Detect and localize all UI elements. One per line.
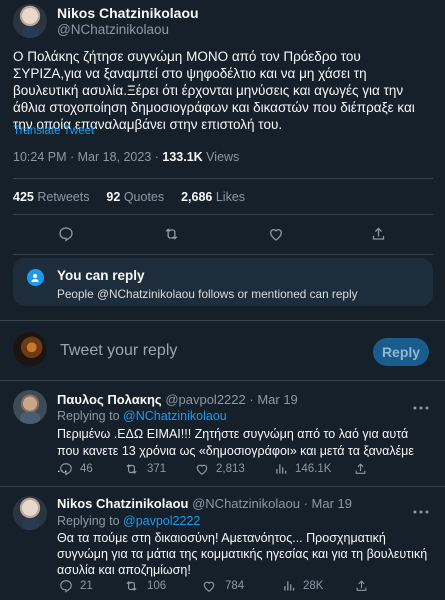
reply-author-name[interactable]: Nikos Chatzinikolaou <box>57 496 188 511</box>
quotes-label: Quotes <box>123 190 165 204</box>
divider <box>13 214 433 215</box>
like-icon[interactable] <box>202 579 216 593</box>
reply-author-handle[interactable]: @NChatzinikolaou <box>192 496 300 511</box>
reply-count: 46 <box>80 463 93 475</box>
person-check-icon <box>27 269 44 286</box>
reply-avatar[interactable] <box>13 496 47 530</box>
views-count: 133.1K <box>162 150 203 164</box>
share-icon[interactable] <box>371 226 386 242</box>
share-icon[interactable] <box>355 579 368 593</box>
share-icon[interactable] <box>354 462 367 476</box>
reply-icon[interactable] <box>59 462 73 476</box>
likes-count: 2,686 <box>181 190 213 204</box>
divider <box>13 254 433 255</box>
views-icon[interactable] <box>282 579 296 593</box>
reply-author-name[interactable]: Παυλος Πολακης <box>57 392 162 407</box>
main-tweet-author-name[interactable]: Nikos Chatzinikolaou <box>57 5 199 21</box>
reply-input[interactable]: Tweet your reply <box>60 342 177 360</box>
divider <box>0 486 445 487</box>
like-icon[interactable] <box>195 462 209 476</box>
main-tweet-text: Ο Πολάκης ζήτησε συγνώμη ΜΟΝΟ από τον Πρ… <box>13 49 415 132</box>
more-options-icon[interactable] <box>413 397 429 410</box>
reply-count: 21 <box>80 580 93 592</box>
views-icon[interactable] <box>274 462 288 476</box>
retweet-count: 106 <box>147 580 167 592</box>
replying-to: Replying to @pavpol2222 <box>57 514 200 528</box>
like-count: 784 <box>225 580 245 592</box>
reply-avatar[interactable] <box>13 390 47 424</box>
reply-date[interactable]: · Mar 19 <box>249 392 297 407</box>
reply-header: Παυλος Πολακης @pavpol2222 · Mar 19 <box>57 392 298 407</box>
views-count: 28K <box>303 580 324 592</box>
replying-to: Replying to @NChatzinikolaou <box>57 409 227 423</box>
reply-restriction-card: You can reply People @NChatzinikolaou fo… <box>13 258 433 306</box>
like-icon[interactable] <box>268 226 284 242</box>
quotes-count: 92 <box>106 190 121 204</box>
reply-button[interactable]: Reply <box>373 338 429 366</box>
reply-date[interactable]: · Mar 19 <box>304 496 352 511</box>
likes-label: Likes <box>215 190 246 204</box>
quotes-stat[interactable]: 92 Quotes <box>106 190 164 204</box>
current-user-avatar[interactable] <box>13 332 47 366</box>
replying-to-handle[interactable]: @pavpol2222 <box>123 514 200 528</box>
retweet-count: 371 <box>147 463 167 475</box>
tweet-time[interactable]: 10:24 PM · Mar 18, 2023 · <box>13 150 162 164</box>
translate-tweet-link[interactable]: Translate Tweet <box>13 125 94 137</box>
reply-restriction-text: People @NChatzinikolaou follows or menti… <box>57 287 358 301</box>
reply-restriction-title: You can reply <box>57 268 145 283</box>
replying-to-label: Replying to <box>57 514 124 528</box>
main-tweet-author-handle[interactable]: @NChatzinikolaou <box>57 22 169 37</box>
retweets-count: 425 <box>13 190 34 204</box>
like-count: 2,813 <box>216 463 245 475</box>
reply-icon[interactable] <box>58 226 74 242</box>
divider <box>0 380 445 381</box>
retweet-icon[interactable] <box>124 462 139 476</box>
tweet-stats: 425 Retweets 92 Quotes 2,686 Likes <box>13 190 245 204</box>
retweet-icon[interactable] <box>124 579 139 593</box>
divider <box>13 178 433 179</box>
reply-icon[interactable] <box>59 579 73 593</box>
retweets-label: Retweets <box>37 190 90 204</box>
divider <box>0 320 445 321</box>
views-count: 146.1K <box>295 463 332 475</box>
tweet-meta: 10:24 PM · Mar 18, 2023 · 133.1K Views <box>13 150 239 164</box>
reply-author-handle[interactable]: @pavpol2222 <box>165 392 245 407</box>
replying-to-handle[interactable]: @NChatzinikolaou <box>123 409 227 423</box>
more-options-icon[interactable] <box>413 501 429 514</box>
views-label: Views <box>202 150 240 164</box>
reply-text: Θα τα πούμε στη δικαιοσύνη! Αμετανόητος.… <box>57 531 428 577</box>
retweets-stat[interactable]: 425 Retweets <box>13 190 89 204</box>
main-tweet-avatar[interactable] <box>13 4 47 38</box>
likes-stat[interactable]: 2,686 Likes <box>181 190 245 204</box>
replying-to-label: Replying to <box>57 409 124 423</box>
retweet-icon[interactable] <box>163 226 180 242</box>
reply-header: Nikos Chatzinikolaou @NChatzinikolaou · … <box>57 496 352 511</box>
